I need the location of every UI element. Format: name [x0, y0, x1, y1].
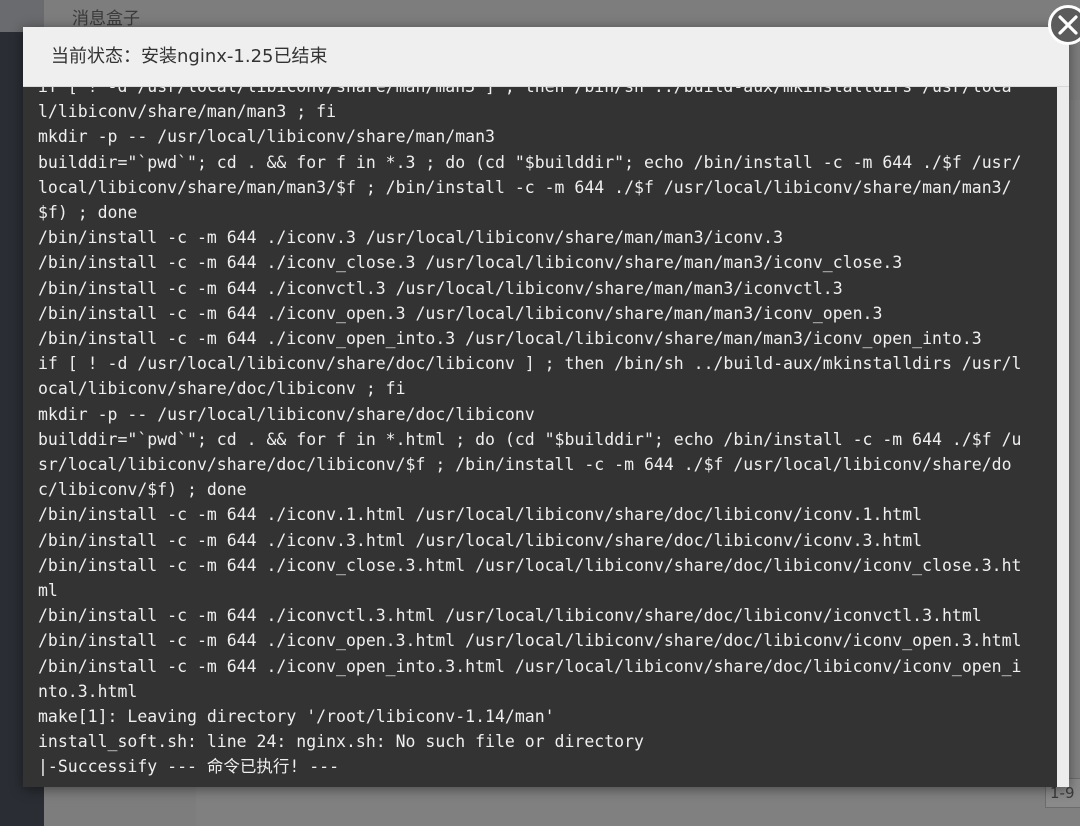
- log-line: /bin/install -c -m 644 ./iconv.1.html /u…: [38, 505, 923, 525]
- close-button[interactable]: [1048, 5, 1080, 45]
- log-scrollbar[interactable]: [1057, 87, 1069, 787]
- modal-header: 当前状态：安装nginx-1.25已结束: [23, 27, 1069, 87]
- close-icon: [1058, 15, 1078, 35]
- log-line: /bin/install -c -m 644 ./iconv_close.3.h…: [38, 555, 1022, 575]
- log-line: /bin/install -c -m 644 ./iconv.3.html /u…: [38, 530, 923, 550]
- message-box-modal: 当前状态：安装nginx-1.25已结束 if [ ! -d /usr/loca…: [23, 27, 1069, 787]
- log-line: /bin/install -c -m 644 ./iconvctl.3 /usr…: [38, 278, 843, 298]
- log-line: sr/local/libiconv/share/doc/libiconv/$f …: [38, 455, 1012, 475]
- modal-title: 当前状态：安装nginx-1.25已结束: [51, 46, 328, 67]
- log-line: nto.3.html: [38, 681, 138, 701]
- log-line: /bin/install -c -m 644 ./iconv.3 /usr/lo…: [38, 228, 784, 248]
- log-output[interactable]: if [ ! -d /usr/local/libiconv/share/man/…: [23, 87, 1057, 787]
- log-line: local/libiconv/share/man/man3/$f ; /bin/…: [38, 177, 1012, 197]
- log-line: builddir="`pwd`"; cd . && for f in *.3 ;…: [38, 152, 1022, 172]
- log-line: c/libiconv/$f) ; done: [38, 480, 247, 500]
- background-title: 消息盒子: [72, 9, 140, 29]
- log-line: if [ ! -d /usr/local/libiconv/share/doc/…: [38, 354, 1022, 374]
- log-line: ocal/libiconv/share/doc/libiconv ; fi: [38, 379, 406, 399]
- log-line: $f) ; done: [38, 203, 138, 223]
- log-line: /bin/install -c -m 644 ./iconv_open_into…: [38, 329, 982, 349]
- log-line: mkdir -p -- /usr/local/libiconv/share/do…: [38, 404, 535, 424]
- log-line: l/libiconv/share/man/man3 ; fi: [38, 102, 337, 122]
- log-line: make[1]: Leaving directory '/root/libico…: [38, 707, 555, 727]
- log-line: |-Successify --- 命令已执行! ---: [38, 757, 340, 777]
- log-line: /bin/install -c -m 644 ./iconv_open.3 /u…: [38, 303, 883, 323]
- log-line: /bin/install -c -m 644 ./iconvctl.3.html…: [38, 606, 982, 626]
- log-line: /bin/install -c -m 644 ./iconv_open.3.ht…: [38, 631, 1022, 651]
- log-line: builddir="`pwd`"; cd . && for f in *.htm…: [38, 429, 1022, 449]
- log-line: if [ ! -d /usr/local/libiconv/share/man/…: [38, 87, 1038, 99]
- log-line: /bin/install -c -m 644 ./iconv_close.3 /…: [38, 253, 903, 273]
- log-lines: if [ ! -d /usr/local/libiconv/share/man/…: [38, 87, 1038, 780]
- log-line: install_soft.sh: line 24: nginx.sh: No s…: [38, 732, 644, 752]
- log-line: /bin/install -c -m 644 ./iconv_open_into…: [38, 656, 1022, 676]
- log-line: ml: [38, 581, 58, 601]
- log-line: mkdir -p -- /usr/local/libiconv/share/ma…: [38, 127, 495, 147]
